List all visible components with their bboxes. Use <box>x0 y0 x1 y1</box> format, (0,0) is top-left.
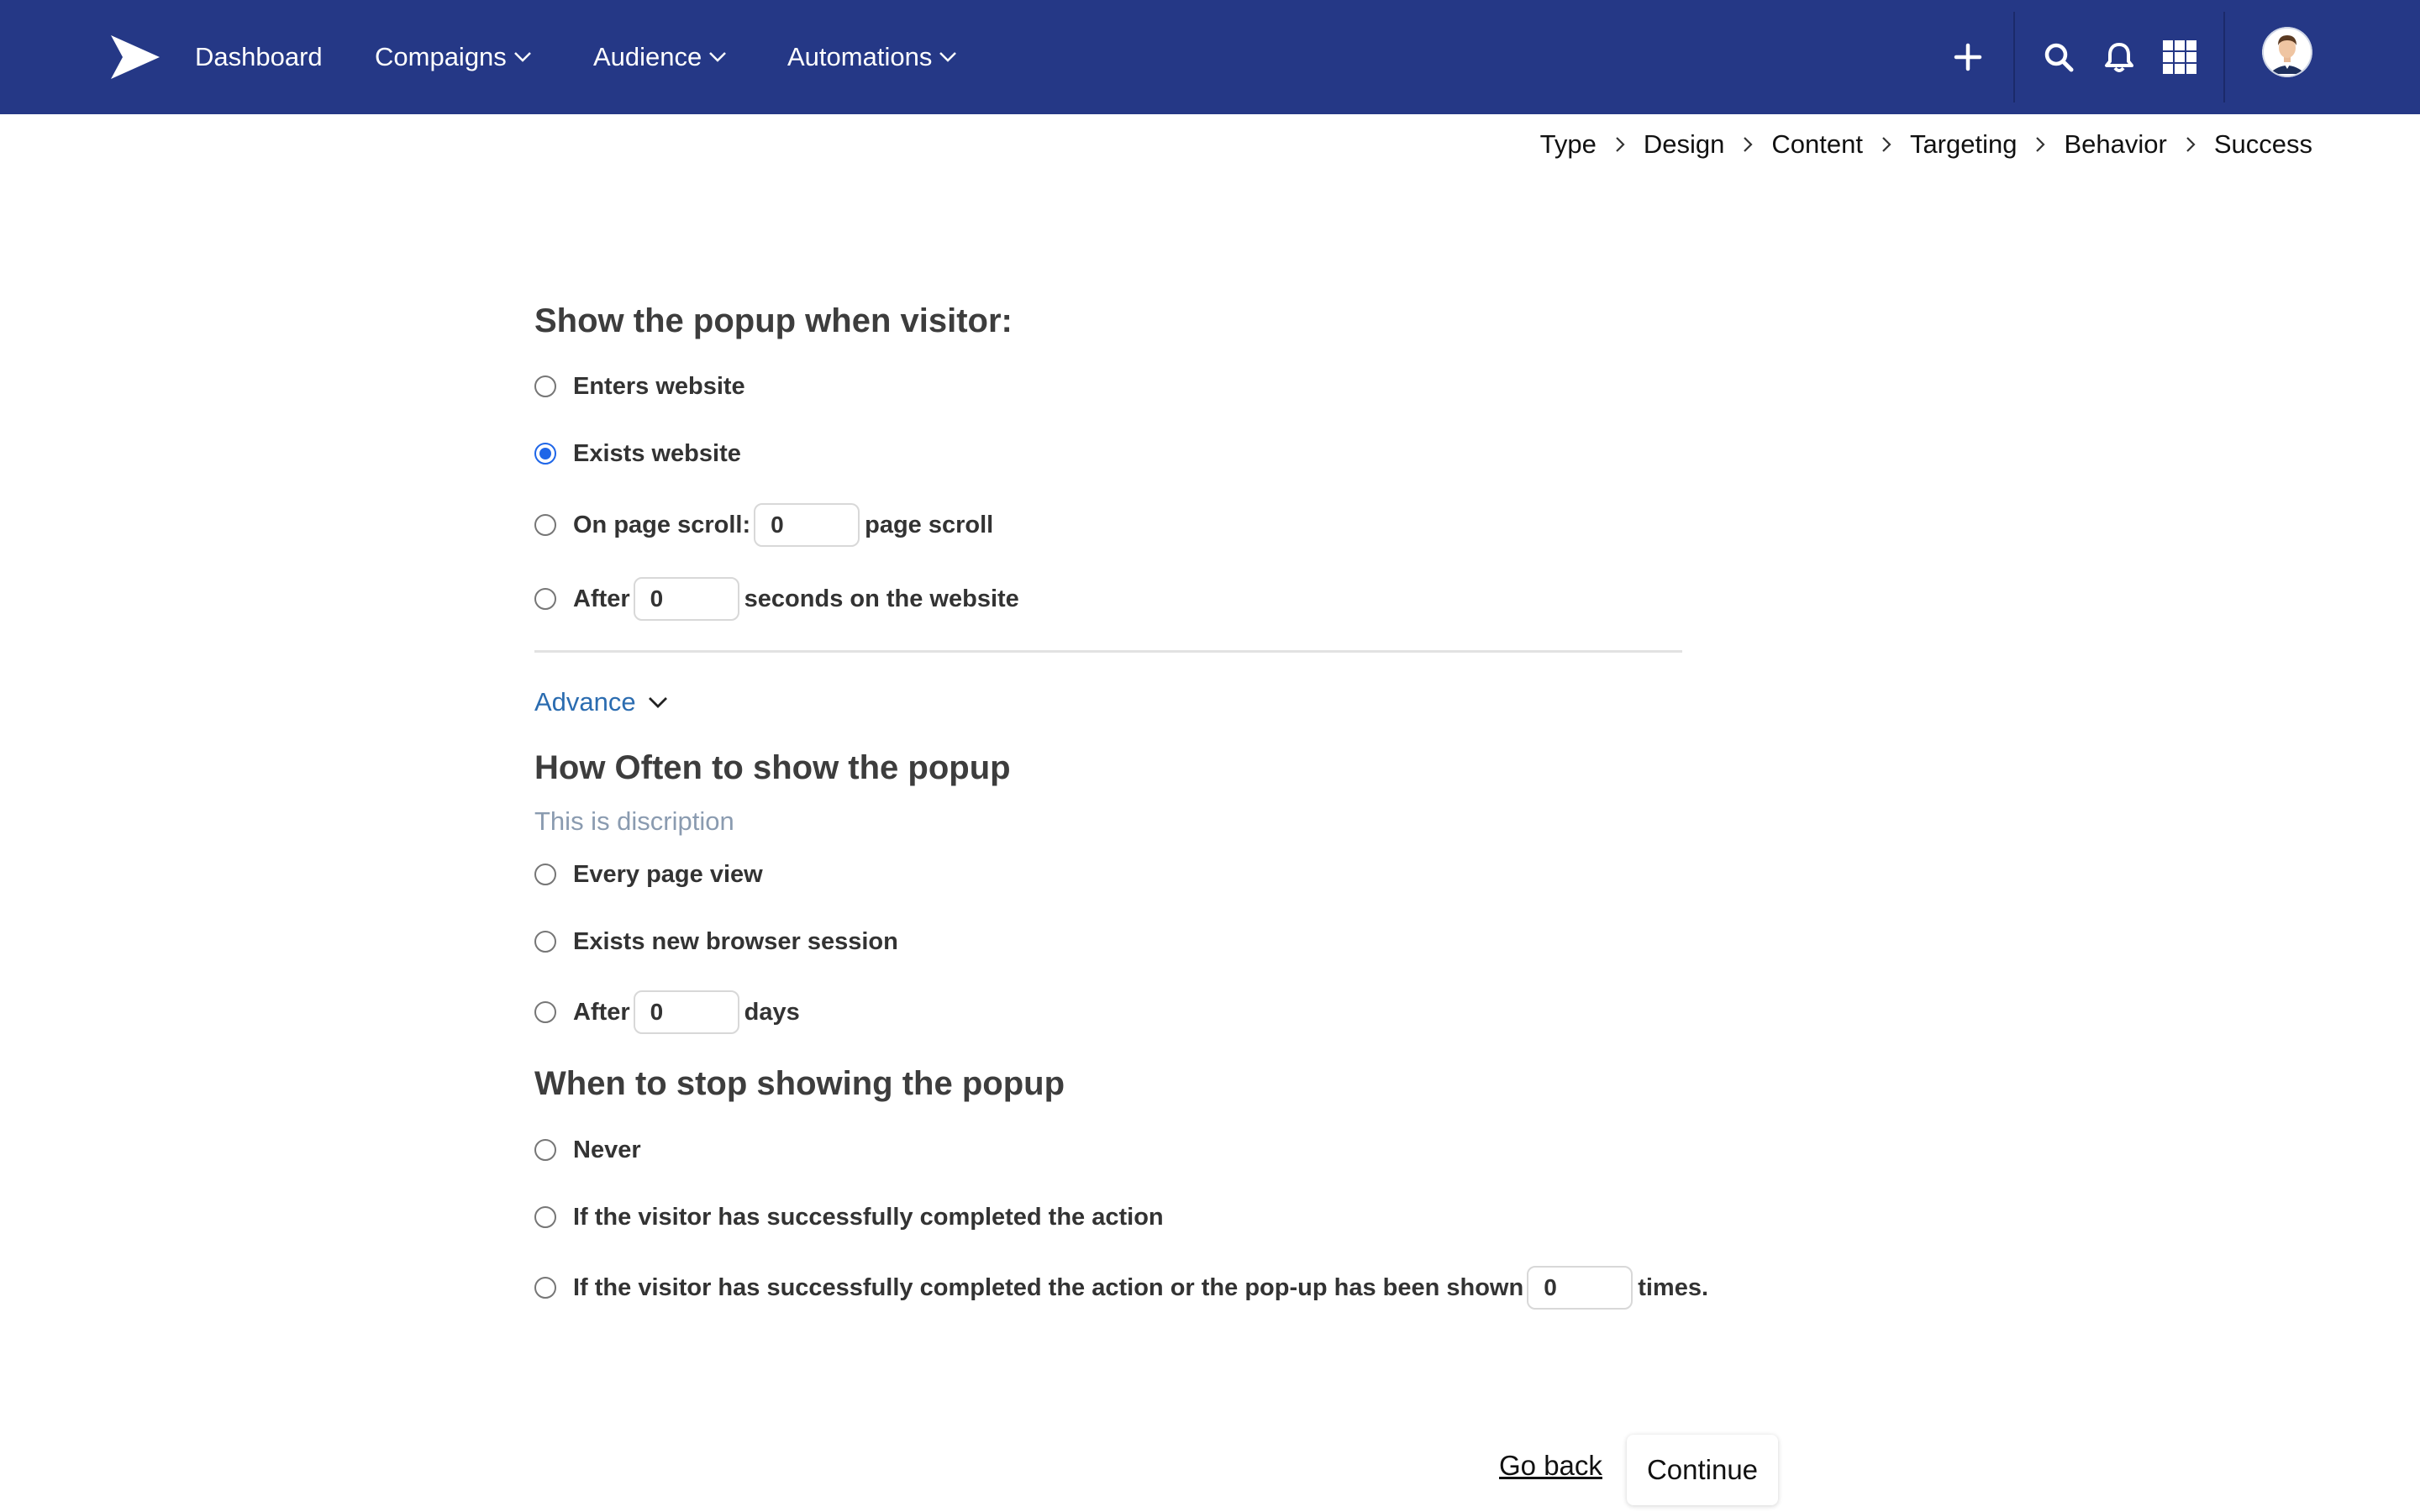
paper-plane-logo[interactable] <box>108 34 161 81</box>
option-suffix: page scroll <box>865 511 994 538</box>
option-label: After <box>573 998 630 1026</box>
radio-new-browser-session[interactable] <box>534 931 556 953</box>
radio-page-scroll[interactable] <box>534 514 556 536</box>
nav-campaigns-label: Compaigns <box>375 42 507 71</box>
option-completed-or-shown[interactable]: If the visitor has successfully complete… <box>534 1266 1709 1310</box>
chevron-down-icon <box>513 52 531 62</box>
option-completed-action[interactable]: If the visitor has successfully complete… <box>534 1196 1164 1238</box>
frequency-description: This is discription <box>534 806 734 836</box>
option-suffix: times. <box>1638 1273 1709 1301</box>
breadcrumb-type[interactable]: Type <box>1540 129 1597 160</box>
section-divider <box>534 650 1682 653</box>
option-enters-website[interactable]: Enters website <box>534 365 745 407</box>
option-label: Exists website <box>573 439 741 467</box>
top-navigation-bar: Dashboard Compaigns Audience Automations <box>0 0 2420 114</box>
plus-icon[interactable] <box>1944 34 1991 81</box>
option-suffix: days <box>744 998 800 1026</box>
option-label: Every page view <box>573 860 763 888</box>
nav-campaigns[interactable]: Compaigns <box>375 0 532 114</box>
chevron-right-icon <box>1616 137 1625 152</box>
option-after-seconds[interactable]: After seconds on the website <box>534 577 1019 621</box>
times-shown-input[interactable] <box>1527 1266 1634 1310</box>
option-page-scroll[interactable]: On page scroll: page scroll <box>534 503 994 547</box>
option-label: If the visitor has successfully complete… <box>573 1203 1164 1231</box>
option-suffix: seconds on the website <box>744 585 1019 612</box>
frequency-section-title: How Often to show the popup <box>534 749 1011 786</box>
go-back-link[interactable]: Go back <box>1499 1450 1602 1482</box>
radio-after-seconds[interactable] <box>534 588 556 610</box>
breadcrumb: Type Design Content Targeting Behavior S… <box>1540 126 2312 163</box>
option-every-page-view[interactable]: Every page view <box>534 853 763 895</box>
chevron-right-icon <box>2036 137 2046 152</box>
nav-separator <box>2013 12 2015 102</box>
advance-toggle[interactable]: Advance <box>534 684 668 721</box>
breadcrumb-targeting[interactable]: Targeting <box>1910 129 2018 160</box>
chevron-right-icon <box>1744 137 1753 152</box>
option-after-days[interactable]: After days <box>534 990 800 1034</box>
option-label: Never <box>573 1136 641 1163</box>
breadcrumb-behavior[interactable]: Behavior <box>2064 129 2166 160</box>
breadcrumb-design[interactable]: Design <box>1644 129 1725 160</box>
radio-completed-action[interactable] <box>534 1206 556 1228</box>
option-label: Enters website <box>573 372 745 400</box>
chevron-down-icon <box>939 52 957 62</box>
radio-exits-website[interactable] <box>534 443 556 465</box>
seconds-input[interactable] <box>633 577 739 621</box>
option-never[interactable]: Never <box>534 1129 641 1171</box>
breadcrumb-success[interactable]: Success <box>2214 129 2312 160</box>
option-new-browser-session[interactable]: Exists new browser session <box>534 921 898 963</box>
chevron-down-icon <box>648 697 667 708</box>
grid-icon[interactable] <box>2156 34 2203 81</box>
option-label: After <box>573 585 630 612</box>
page-scroll-input[interactable] <box>754 503 860 547</box>
stop-section-title: When to stop showing the popup <box>534 1065 1065 1102</box>
bell-icon[interactable] <box>2096 34 2143 81</box>
advance-label: Advance <box>534 687 636 717</box>
option-label: Exists new browser session <box>573 927 898 955</box>
search-icon[interactable] <box>2035 34 2082 81</box>
chevron-down-icon <box>709 52 727 62</box>
breadcrumb-content[interactable]: Content <box>1771 129 1863 160</box>
option-label: On page scroll: <box>573 511 751 538</box>
radio-enters-website[interactable] <box>534 375 556 397</box>
nav-automations[interactable]: Automations <box>787 0 957 114</box>
radio-after-days[interactable] <box>534 1001 556 1023</box>
nav-automations-label: Automations <box>787 42 933 71</box>
nav-audience-label: Audience <box>593 42 702 71</box>
option-exits-website[interactable]: Exists website <box>534 433 741 475</box>
radio-never[interactable] <box>534 1139 556 1161</box>
user-avatar[interactable] <box>2262 27 2312 77</box>
nav-dashboard-label: Dashboard <box>195 42 323 71</box>
show-section-title: Show the popup when visitor: <box>534 302 1013 339</box>
option-label: If the visitor has successfully complete… <box>573 1273 1524 1301</box>
days-input[interactable] <box>633 990 739 1034</box>
chevron-right-icon <box>2186 137 2196 152</box>
chevron-right-icon <box>1882 137 1891 152</box>
radio-every-page-view[interactable] <box>534 864 556 885</box>
radio-completed-or-shown[interactable] <box>534 1277 556 1299</box>
nav-dashboard[interactable]: Dashboard <box>195 0 323 114</box>
nav-separator <box>2223 12 2225 102</box>
continue-button[interactable]: Continue <box>1627 1435 1778 1505</box>
nav-audience[interactable]: Audience <box>593 0 727 114</box>
